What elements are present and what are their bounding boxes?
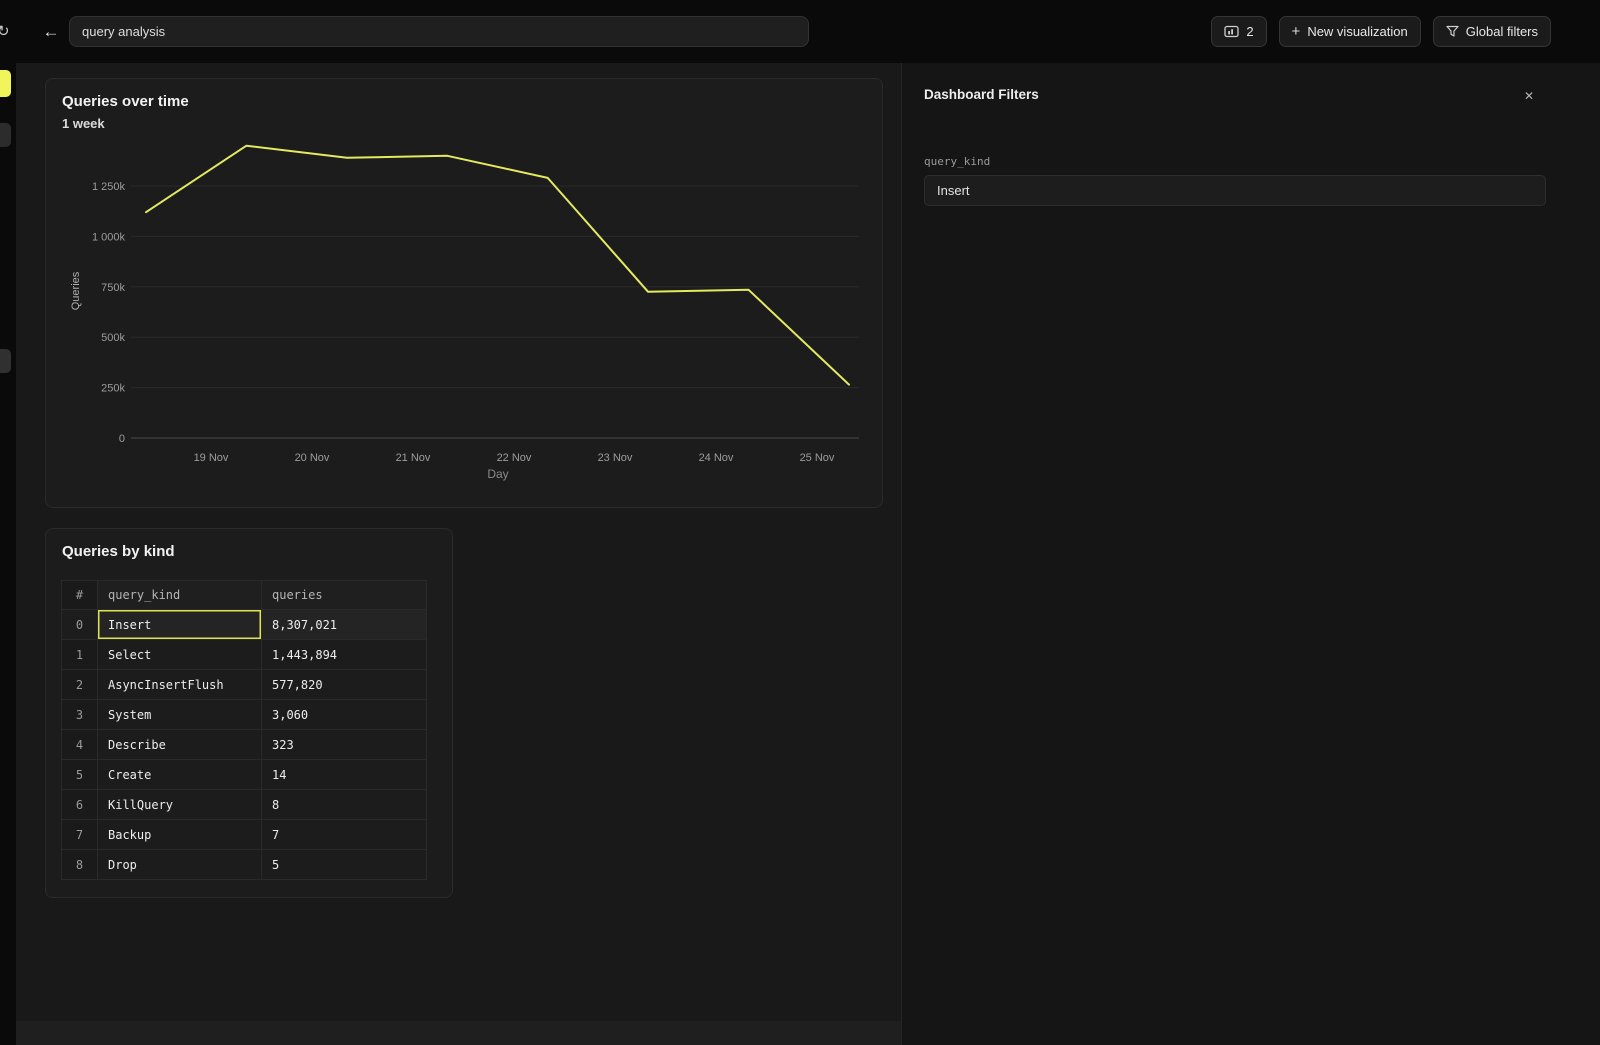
filter-funnel-icon [1446,25,1459,38]
query-kind-cell[interactable]: Backup [98,820,262,850]
y-tick-label: 1 250k [92,181,126,193]
table-row: 5Create14 [62,760,427,790]
query-kind-cell[interactable]: Describe [98,730,262,760]
x-tick-label: 22 Nov [497,452,532,464]
refresh-icon[interactable]: ↻ [0,22,10,40]
row-index-cell: 2 [62,670,98,700]
x-tick-label: 21 Nov [396,452,431,464]
row-index-cell: 8 [62,850,98,880]
table-row: 7Backup7 [62,820,427,850]
x-tick-label: 24 Nov [699,452,734,464]
new-visualization-label: New visualization [1307,24,1407,39]
row-index-cell: 3 [62,700,98,730]
topbar-actions: 2 + New visualization Global filters [1211,16,1551,47]
new-visualization-button[interactable]: + New visualization [1279,16,1421,47]
sidebar-item[interactable] [0,123,11,147]
horizontal-scrollbar-track[interactable] [16,1021,901,1045]
queries-count-cell[interactable]: 8,307,021 [262,610,427,640]
topbar: ← 2 + New visualization [16,0,1600,63]
row-index-cell: 1 [62,640,98,670]
filter-query-kind-input[interactable] [924,175,1546,206]
queries-count-cell[interactable]: 3,060 [262,700,427,730]
table-row: 8Drop5 [62,850,427,880]
x-tick-label: 23 Nov [598,452,633,464]
queries-count-cell[interactable]: 1,443,894 [262,640,427,670]
y-tick-label: 250k [101,383,125,395]
queries-count-cell[interactable]: 7 [262,820,427,850]
row-index-cell: 0 [62,610,98,640]
row-index-cell: 5 [62,760,98,790]
query-kind-cell[interactable]: Create [98,760,262,790]
series-line [146,146,849,385]
active-dashboard-indicator[interactable] [0,70,11,97]
global-filters-label: Global filters [1466,24,1538,39]
visualization-count: 2 [1246,24,1253,39]
query-kind-cell[interactable]: System [98,700,262,730]
visualization-count-button[interactable]: 2 [1211,16,1266,47]
table-row: 3System3,060 [62,700,427,730]
table-row: 6KillQuery8 [62,790,427,820]
table-row: 4Describe323 [62,730,427,760]
queries-count-cell[interactable]: 8 [262,790,427,820]
content-area: Queries over time 1 week 0250k500k750k1 … [16,63,1600,1045]
filter-field-label: query_kind [924,155,990,168]
y-tick-label: 1 000k [92,231,126,243]
column-header-index[interactable]: # [62,581,98,610]
row-index-cell: 4 [62,730,98,760]
global-filters-button[interactable]: Global filters [1433,16,1551,47]
queries-count-cell[interactable]: 14 [262,760,427,790]
filters-panel-title: Dashboard Filters [924,87,1039,102]
x-axis-title: Day [487,467,508,481]
column-header-query-kind[interactable]: query_kind [98,581,262,610]
back-button[interactable]: ← [40,20,62,44]
row-index-cell: 6 [62,790,98,820]
sidebar-item[interactable] [0,349,11,373]
visualizations-icon [1224,25,1239,38]
dashboard-title-input[interactable] [69,16,809,47]
query-kind-cell[interactable]: Drop [98,850,262,880]
dashboard-canvas: Queries over time 1 week 0250k500k750k1 … [16,63,901,1045]
table-row: 2AsyncInsertFlush577,820 [62,670,427,700]
queries-by-kind-table: # query_kind queries 0Insert8,307,0211Se… [61,580,427,880]
y-tick-label: 750k [101,282,125,294]
queries-count-cell[interactable]: 323 [262,730,427,760]
y-axis-title: Queries [70,271,82,310]
queries-count-cell[interactable]: 577,820 [262,670,427,700]
table-card-queries-by-kind: Queries by kind # query_kind queries 0In… [45,528,453,898]
query-kind-cell[interactable]: Insert [98,610,262,640]
dashboard-filters-panel: Dashboard Filters ✕ query_kind [901,63,1600,1045]
column-header-queries[interactable]: queries [262,581,427,610]
close-icon[interactable]: ✕ [1518,85,1540,107]
table-title: Queries by kind [62,543,175,560]
chart-card-queries-over-time: Queries over time 1 week 0250k500k750k1 … [45,78,883,508]
x-tick-label: 20 Nov [295,452,330,464]
table-row: 1Select1,443,894 [62,640,427,670]
row-index-cell: 7 [62,820,98,850]
y-tick-label: 500k [101,332,125,344]
queries-count-cell[interactable]: 5 [262,850,427,880]
left-sidebar: ↻ [0,0,16,1045]
query-kind-cell[interactable]: AsyncInsertFlush [98,670,262,700]
query-kind-cell[interactable]: Select [98,640,262,670]
plus-icon: + [1292,24,1301,39]
table-row: 0Insert8,307,021 [62,610,427,640]
x-tick-label: 19 Nov [194,452,229,464]
x-tick-label: 25 Nov [800,452,835,464]
line-chart: 0 250k 500k 750k 1 000k 1 250k 19 Nov 20 Nov 21 … [46,79,884,509]
table-header-row: # query_kind queries [62,581,427,610]
query-kind-cell[interactable]: KillQuery [98,790,262,820]
app-root: ↻ ← 2 + New visualization [0,0,1600,1045]
y-tick-label: 0 [119,433,125,445]
